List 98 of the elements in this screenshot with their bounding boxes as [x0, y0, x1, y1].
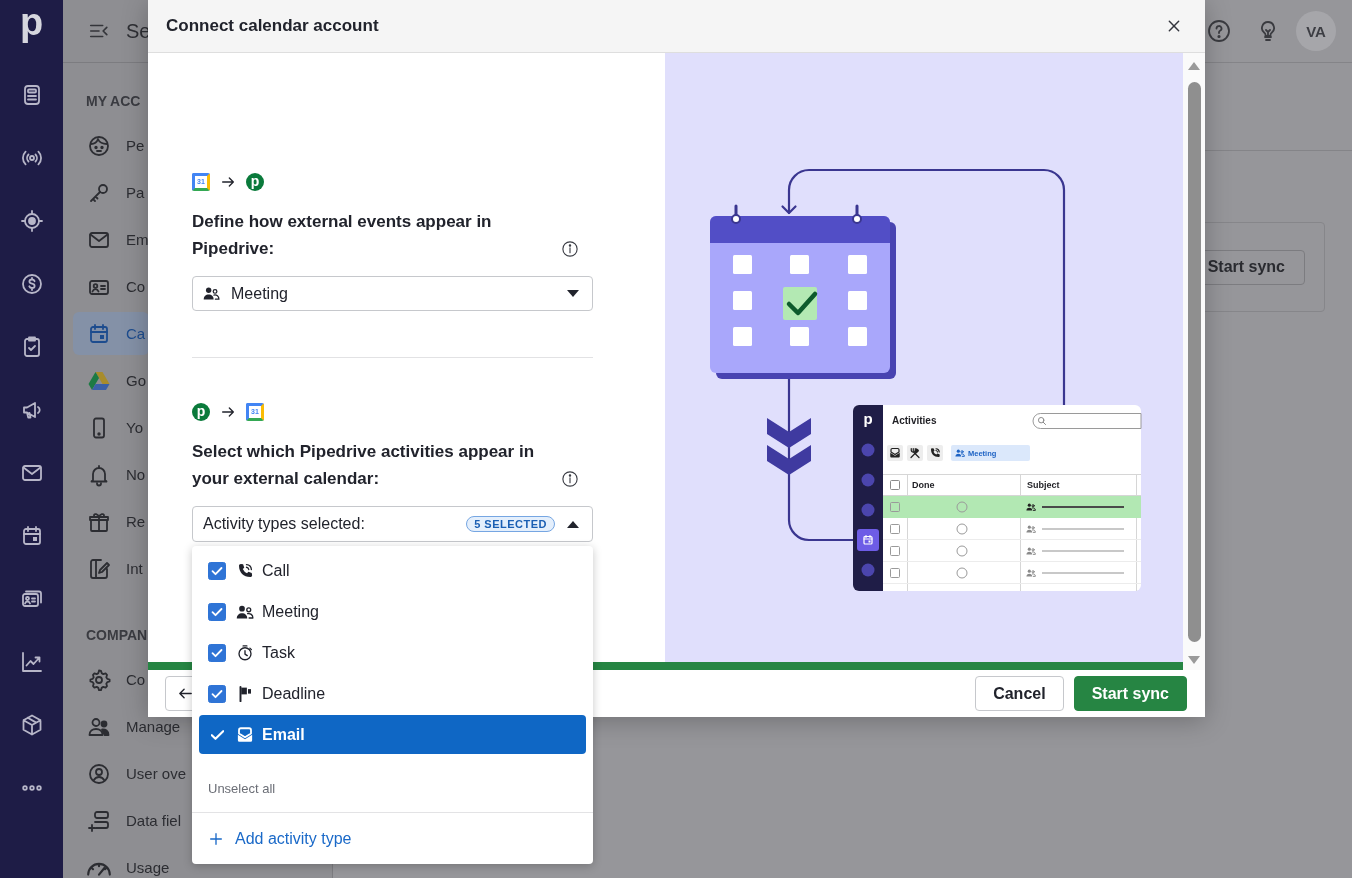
sidebar-item[interactable]: Em — [73, 218, 153, 261]
sidebar-item[interactable]: Yo — [73, 406, 147, 449]
down-chevron-icon — [767, 418, 811, 448]
dialog-title: Connect calendar account — [166, 16, 379, 36]
info-icon[interactable] — [561, 470, 579, 488]
calendar-icon — [87, 321, 111, 346]
status-circle-icon — [956, 501, 968, 513]
checkbox[interactable] — [208, 643, 226, 662]
dropdown-option[interactable]: Meeting — [199, 592, 586, 631]
sidebar-item[interactable]: Co — [73, 658, 150, 701]
nav-dot-icon[interactable] — [861, 473, 875, 487]
close-icon — [1166, 18, 1182, 34]
scrollbar-thumb[interactable] — [1187, 82, 1201, 642]
caret-down-icon — [567, 290, 579, 297]
app-logo: p — [246, 173, 264, 191]
dropdown-option[interactable]: Deadline — [199, 674, 586, 713]
phone-call-icon — [236, 561, 254, 580]
sidebar-item[interactable]: Manage — [73, 705, 185, 748]
sidebar-item[interactable]: Pa — [73, 171, 149, 214]
app-logo: p — [863, 410, 873, 427]
status-circle-icon — [956, 523, 968, 535]
unselect-all-link[interactable]: Unselect all — [208, 781, 276, 796]
scroll-up-icon[interactable] — [1187, 61, 1201, 71]
section-heading: Select which Pipedrive activities appear in your external calendar: — [192, 441, 536, 490]
arrow-right-icon — [220, 404, 236, 420]
checkbox[interactable] — [890, 502, 900, 512]
sidebar-item[interactable]: Co — [73, 265, 150, 308]
inbox-icon — [236, 725, 254, 744]
nav-dot-icon[interactable] — [861, 563, 875, 577]
activity-types-select[interactable]: Activity types selected: 5 SELECTED — [192, 506, 593, 542]
checkbox[interactable] — [890, 546, 900, 556]
checkbox[interactable] — [208, 561, 226, 580]
section-heading: Define how external events appear in Pipedrive: — [192, 211, 493, 260]
scroll-down-icon[interactable] — [1187, 655, 1201, 665]
app-logo: p — [192, 403, 210, 421]
sidebar-item[interactable]: User ove — [73, 752, 191, 795]
dropdown-option[interactable]: Email — [199, 715, 586, 754]
event-type-select[interactable]: Meeting — [192, 276, 593, 311]
checkbox[interactable] — [890, 480, 900, 490]
section-label: MY ACC — [86, 92, 141, 111]
start-sync-button[interactable]: Start sync — [1073, 676, 1187, 711]
nav-dot-icon[interactable] — [861, 503, 875, 517]
window-title: Activities — [892, 415, 937, 426]
column-header: Subject — [1027, 480, 1060, 490]
selected-count-badge: 5 SELECTED — [466, 516, 555, 532]
sidebar-item[interactable]: Pe — [73, 124, 149, 167]
column-header: Done — [912, 480, 935, 490]
dropdown-option[interactable]: Task — [199, 633, 586, 672]
settings-icon — [87, 667, 111, 692]
search-field[interactable] — [1032, 413, 1142, 429]
check-icon[interactable] — [210, 729, 224, 740]
sidebar-item[interactable]: No — [73, 453, 150, 496]
avatar[interactable]: VA — [1296, 11, 1336, 51]
plus-icon — [208, 830, 224, 847]
arrow-right-icon — [220, 174, 236, 190]
people-icon — [1026, 547, 1036, 555]
search-icon — [1038, 417, 1046, 425]
inbox-icon[interactable] — [887, 445, 903, 461]
status-circle-icon — [956, 545, 968, 557]
people-icon — [203, 285, 220, 302]
people-icon — [1026, 503, 1036, 511]
edit-icon — [87, 556, 111, 581]
sidebar-item[interactable]: Go — [73, 359, 150, 402]
app-logo[interactable]: p — [19, 0, 44, 44]
people-icon — [955, 449, 965, 457]
target-icon[interactable] — [19, 208, 44, 233]
stopwatch-icon — [236, 643, 254, 662]
down-chevron-icon — [767, 445, 811, 475]
phone-call-icon[interactable] — [927, 445, 943, 461]
filter-chip[interactable] — [951, 445, 1030, 461]
sidebar-item[interactable]: Ca — [73, 312, 150, 355]
status-circle-icon — [956, 567, 968, 579]
info-icon[interactable] — [561, 240, 579, 258]
people-icon — [1026, 525, 1036, 533]
checkbox[interactable] — [890, 568, 900, 578]
nav-dot-icon[interactable] — [861, 443, 875, 457]
dollar-icon[interactable] — [19, 271, 44, 296]
add-activity-type-link[interactable]: Add activity type — [208, 829, 352, 848]
page-title: Se — [126, 19, 151, 43]
fork-and-knife-icon[interactable] — [907, 445, 923, 461]
add-field-icon — [87, 808, 111, 833]
calendar-nav-icon[interactable] — [857, 529, 879, 551]
checkbox[interactable] — [208, 684, 226, 703]
help-icon[interactable] — [1207, 19, 1231, 43]
people-icon — [1026, 569, 1036, 577]
checkbox[interactable] — [208, 602, 226, 621]
sidebar-item[interactable]: Int — [73, 547, 147, 590]
sidebar-item[interactable]: Usage — [73, 846, 174, 878]
face-icon — [87, 133, 111, 158]
dropdown-option[interactable]: Call — [199, 551, 586, 590]
user-circle-icon — [87, 761, 111, 786]
sidebar-item[interactable]: Data fiel — [73, 799, 186, 842]
section-label: COMPAN — [86, 626, 148, 645]
cancel-button[interactable]: Cancel — [975, 676, 1064, 711]
caret-up-icon — [567, 520, 579, 528]
chart-icon[interactable] — [19, 649, 44, 674]
sidebar-item[interactable]: Re — [73, 500, 150, 543]
checkbox[interactable] — [890, 524, 900, 534]
